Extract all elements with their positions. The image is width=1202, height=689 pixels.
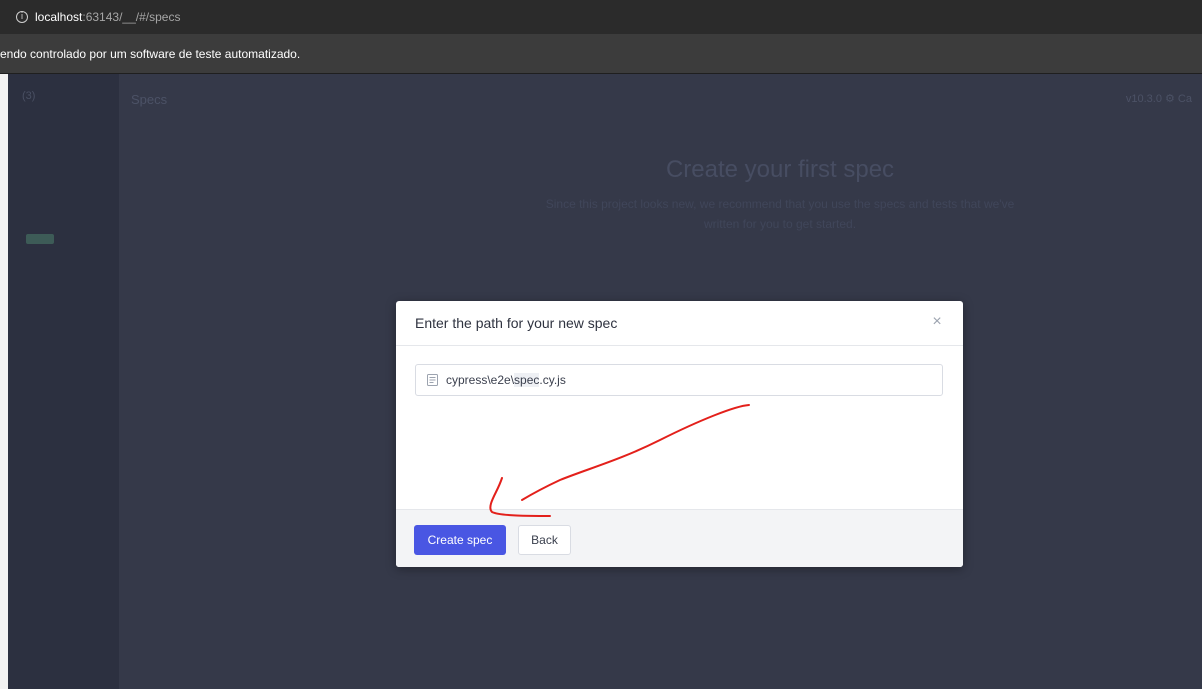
infobar-text: endo controlado por um software de teste… bbox=[0, 46, 301, 61]
info-icon[interactable]: i bbox=[16, 11, 28, 23]
sidebar: (3) bbox=[8, 74, 119, 689]
url-path: :63143/__/#/specs bbox=[82, 10, 181, 24]
sidebar-badge bbox=[26, 234, 54, 244]
modal-header: Enter the path for your new spec × bbox=[396, 301, 963, 346]
automation-infobar: endo controlado por um software de teste… bbox=[0, 34, 1202, 74]
new-spec-modal: Enter the path for your new spec × cypre… bbox=[396, 301, 963, 567]
page-title: Specs bbox=[131, 92, 168, 107]
topbar-right-info: v10.3.0 ⚙ Ca bbox=[1125, 93, 1192, 105]
modal-footer: Create spec Back bbox=[396, 509, 963, 567]
url-host: localhost bbox=[35, 10, 83, 24]
hero-subtitle: Since this project looks new, we recomme… bbox=[545, 197, 1015, 231]
path-selected-text: spec bbox=[514, 373, 540, 387]
close-icon[interactable]: × bbox=[929, 314, 945, 330]
document-icon bbox=[427, 374, 438, 386]
modal-title: Enter the path for your new spec bbox=[415, 315, 618, 331]
left-edge-strip bbox=[0, 74, 8, 689]
back-button[interactable]: Back bbox=[518, 525, 571, 555]
address-bar[interactable]: i localhost :63143/__/#/specs bbox=[0, 0, 1202, 34]
create-spec-button[interactable]: Create spec bbox=[414, 525, 506, 555]
hero-title: Create your first spec bbox=[665, 156, 895, 183]
path-prefix: cypress\e2e\ bbox=[446, 373, 515, 387]
sidebar-logo: (3) bbox=[22, 90, 36, 102]
path-suffix: .cy.js bbox=[539, 373, 566, 387]
spec-path-input[interactable]: cypress\e2e\ spec .cy.js bbox=[415, 364, 943, 396]
